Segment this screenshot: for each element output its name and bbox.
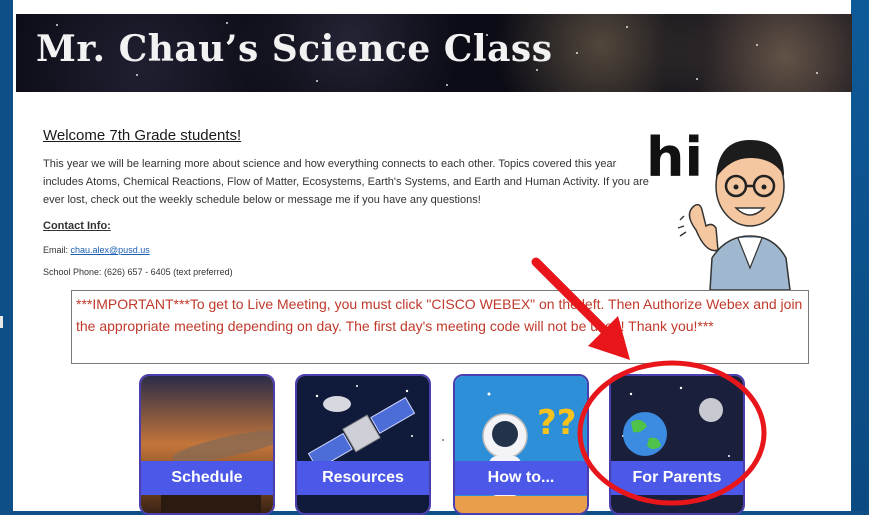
card-how-to[interactable]: ?? How to... [453,374,589,515]
intro-text: This year we will be learning more about… [43,158,649,206]
card-schedule[interactable]: Schedule [139,374,275,515]
notice-text: ***IMPORTANT***To get to Live Meeting, y… [76,296,803,334]
red-circle-annotation [577,360,767,506]
phone-line: School Phone: (626) 657 - 6405 (text pre… [43,267,233,277]
hi-text: hi [646,126,703,189]
separator-dot [442,439,444,441]
email-link[interactable]: chau.alex@pusd.us [71,245,150,255]
card-label: Schedule [141,461,273,495]
bitmoji-avatar: hi [646,126,791,290]
sidebar-edge [0,316,3,328]
important-notice: ***IMPORTANT***To get to Live Meeting, y… [71,290,809,364]
card-label: Resources [297,461,429,495]
page-title: Mr. Chau’s Science Class [36,28,553,70]
email-line: Email: chau.alex@pusd.us [43,245,150,255]
svg-text:??: ?? [537,403,576,443]
email-label: Email: [43,245,71,255]
card-resources[interactable]: Resources [295,374,431,515]
card-label: How to... [455,461,587,495]
contact-heading: Contact Info: [43,220,111,232]
welcome-heading: Welcome 7th Grade students! [43,127,242,144]
header-banner: Mr. Chau’s Science Class [16,14,852,92]
